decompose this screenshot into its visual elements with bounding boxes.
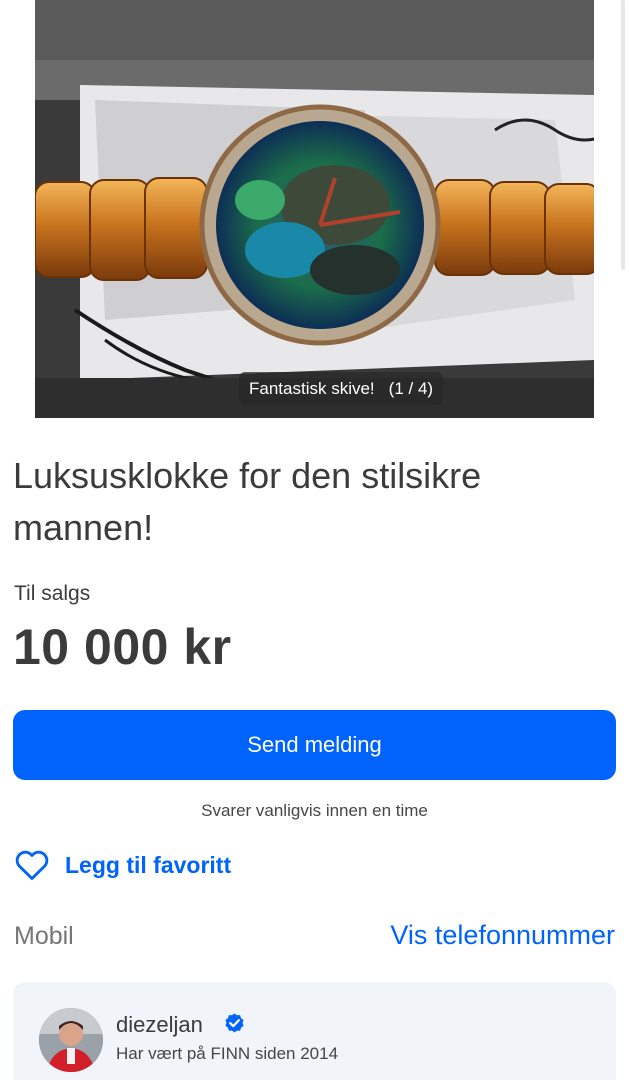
caption-text: Fantastisk skive! [249,379,375,398]
phone-row: Mobil Vis telefonnummer [0,916,629,956]
listing-photo[interactable]: Fantastisk skive! (1 / 4) [35,0,594,418]
sale-type-label: Til salgs [14,582,91,605]
avatar [39,1008,103,1072]
send-message-button[interactable]: Send melding [13,710,616,780]
listing-price: 10 000 kr [13,619,232,675]
seller-name[interactable]: diezeljan [116,1012,203,1038]
favorite-label: Legg til favoritt [65,851,232,878]
reply-time-text: Svarer vanligvis innen en time [201,801,428,820]
heart-outline-icon [15,850,49,880]
show-phone-link[interactable]: Vis telefonnummer [390,920,615,951]
image-gallery[interactable]: Fantastisk skive! (1 / 4) [0,0,629,418]
watch-photo-illustration [35,0,594,418]
listing-title: Luksusklokke for den stilsikre mannen! [13,455,482,548]
phone-label: Mobil [14,922,74,950]
member-since-text: Har vært på FINN siden 2014 [116,1044,339,1063]
verified-badge-icon [225,1013,244,1033]
image-counter: (1 / 4) [388,379,434,398]
scrollbar[interactable] [621,0,625,270]
seller-card[interactable]: diezeljan Har vært på FINN siden 2014 [13,982,616,1080]
add-favorite-button[interactable]: Legg til favoritt [13,846,231,884]
photo-caption: Fantastisk skive! (1 / 4) [239,372,444,405]
